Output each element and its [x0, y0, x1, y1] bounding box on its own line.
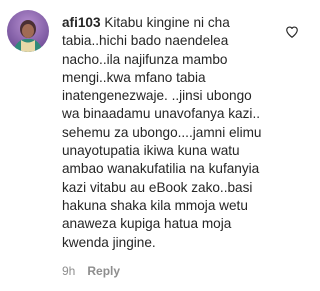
heart-outline-icon[interactable]	[285, 25, 299, 39]
comment-meta: 9h Reply	[62, 264, 120, 278]
avatar-photo	[7, 10, 49, 52]
comment-text: afi103 Kitabu kingine ni cha tabia..hich…	[62, 14, 286, 252]
reply-button[interactable]: Reply	[87, 264, 120, 278]
comment: afi103 Kitabu kingine ni cha tabia..hich…	[0, 0, 318, 291]
comment-body: afi103 Kitabu kingine ni cha tabia..hich…	[62, 14, 286, 252]
comment-content: Kitabu kingine ni cha tabia..hichi bado …	[62, 15, 262, 250]
comment-username[interactable]: afi103	[62, 15, 101, 30]
avatar[interactable]	[7, 10, 49, 52]
comment-timestamp: 9h	[62, 264, 76, 278]
